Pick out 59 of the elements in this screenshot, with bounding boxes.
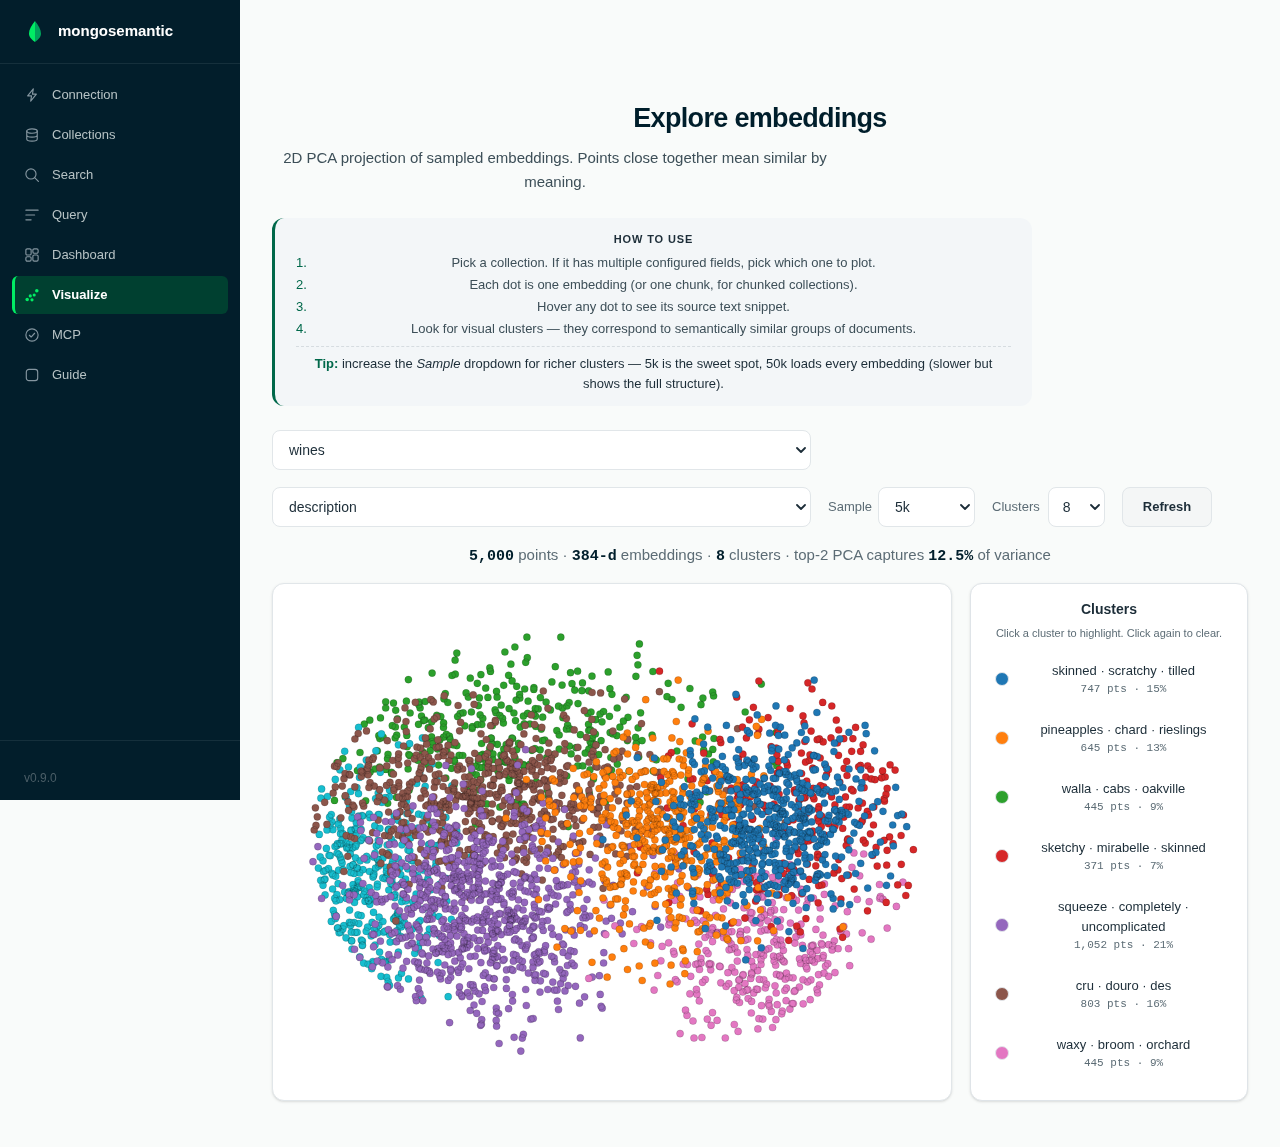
step-number: 4.: [296, 320, 308, 338]
sidebar-nav-item[interactable]: MCP: [12, 316, 228, 354]
legend-hint: Click a cluster to highlight. Click again to clear.: [994, 626, 1224, 641]
search-icon: [25, 168, 39, 182]
page-subtitle: 2D PCA projection of sampled embeddings. Points close together mean similar by meaning.: [282, 148, 828, 192]
cluster-label[interactable]: sketchy · mirabelle · skinned: [1041, 838, 1206, 858]
step-text: Pick a collection. If it has multiple configured fields, pick which one to plot.: [450, 254, 877, 272]
sidebar-nav-item[interactable]: Visualize: [12, 276, 228, 314]
step-text: Look for visual clusters — they correspond to semantically similar groups of documents.: [409, 320, 918, 338]
refresh-button[interactable]: Refresh: [1121, 487, 1213, 527]
cluster-label[interactable]: skinned · scratchy · tilled: [1051, 661, 1196, 681]
lines-icon: [25, 208, 39, 222]
sidebar-nav-item[interactable]: Connection: [12, 76, 228, 114]
chevron-down-icon: [796, 504, 806, 510]
step-text: Each dot is one embedding (or one chunk, for chunked collections).: [468, 276, 859, 294]
sidebar-nav-item[interactable]: Search: [12, 156, 228, 194]
cluster-count: 445 pts · 9%: [1083, 1056, 1164, 1071]
step-number: 1.: [296, 254, 308, 272]
chevron-down-icon: [960, 504, 971, 510]
database-icon: [25, 128, 39, 142]
cluster-count: 1,052 pts · 21%: [1074, 938, 1173, 953]
sidebar-nav-item[interactable]: Dashboard: [12, 236, 228, 274]
dashboard-icon: [25, 248, 39, 262]
cluster-count: 371 pts · 7%: [1083, 859, 1164, 874]
cluster-label[interactable]: cru · douro · des: [1075, 976, 1172, 996]
cluster-label[interactable]: waxy · broom · orchard: [1056, 1035, 1191, 1055]
legend-title: Clusters: [1080, 600, 1138, 619]
lightning-bolt-icon: [25, 88, 39, 102]
step-number: 3.: [296, 298, 308, 316]
sidebar-nav-item[interactable]: Query: [12, 196, 228, 234]
sidebar-nav-item[interactable]: Collections: [12, 116, 228, 154]
page-title: Explore embeddings: [632, 102, 888, 134]
tip-text: Tip: increase the Sample dropdown for richer clusters — 5k is the sweet spot, 50k loads every embedding (slower but shows the full structure).: [313, 355, 994, 393]
leaf-logo-icon: [28, 21, 42, 42]
field-select[interactable]: description: [272, 487, 811, 527]
step-text: Hover any dot to see its source text snippet.: [536, 298, 791, 316]
embedding-stats: 5,000 points · 384-d embeddings · 8 clusters · top-2 PCA captures 12.5% of variance: [468, 545, 1052, 567]
cluster-count: 445 pts · 9%: [1083, 800, 1164, 815]
cluster-label[interactable]: squeeze · completely · uncomplicated: [1021, 897, 1226, 937]
cluster-count: 747 pts · 15%: [1080, 682, 1167, 697]
check-circle-icon: [25, 328, 39, 342]
chevron-down-icon: [1089, 504, 1100, 510]
cluster-label[interactable]: pineapples · chard · rieslings: [1040, 720, 1207, 740]
version-label: v0.9.0: [24, 771, 57, 785]
clusters-select[interactable]: 8: [1047, 487, 1105, 527]
sample-label: Sample: [828, 498, 873, 517]
sidebar-nav-item[interactable]: Guide: [12, 356, 228, 394]
cluster-count: 803 pts · 16%: [1080, 997, 1167, 1012]
cluster-label[interactable]: walla · cabs · oakville: [1061, 779, 1186, 799]
square-icon: [25, 368, 39, 382]
chevron-down-icon: [796, 447, 806, 453]
panel-heading: HOW TO USE: [612, 232, 695, 247]
cluster-count: 645 pts · 13%: [1080, 741, 1167, 756]
scatter-dots-icon: [25, 288, 39, 302]
sample-select[interactable]: 5k: [878, 487, 976, 527]
brand-name: mongosemantic: [58, 21, 174, 42]
step-number: 2.: [296, 276, 308, 294]
collection-select[interactable]: wines: [272, 430, 811, 470]
clusters-label: Clusters: [992, 498, 1040, 517]
